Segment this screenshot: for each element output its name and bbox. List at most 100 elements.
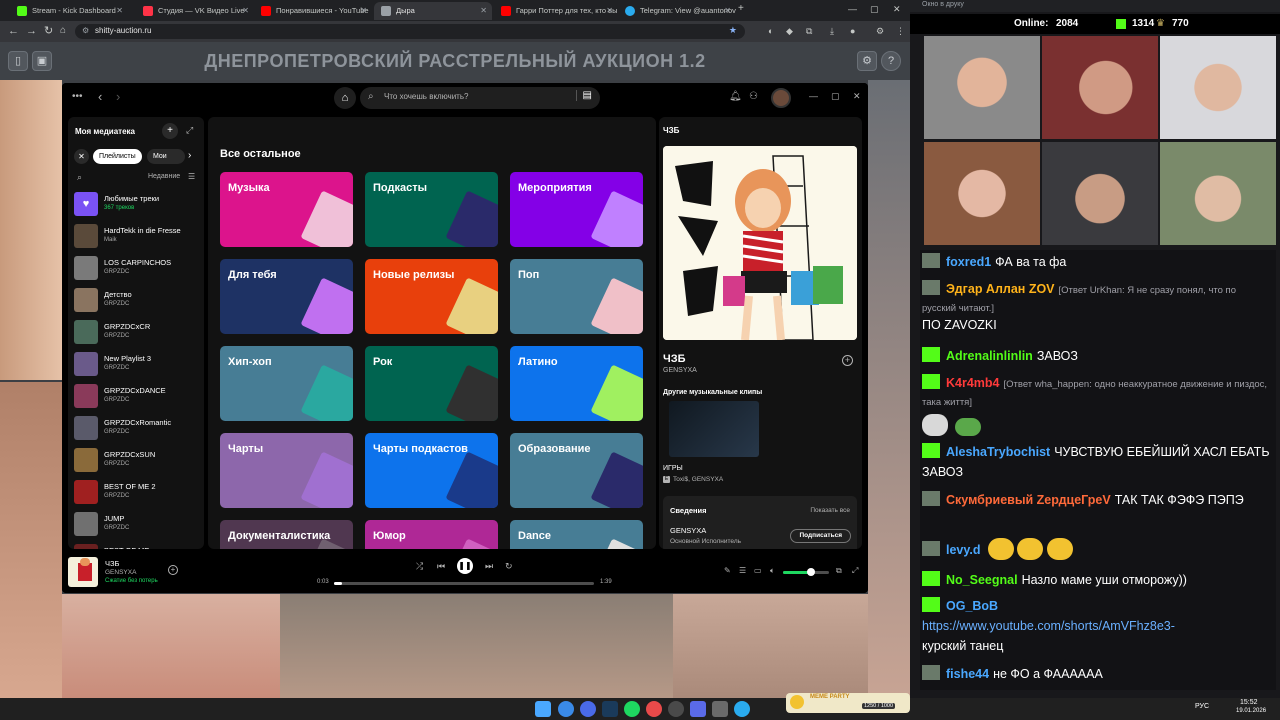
forward-icon[interactable]: › [116,89,120,104]
library-item[interactable]: New Playlist 3 GRPZDC [72,349,202,379]
add-icon[interactable]: + [168,565,178,575]
library-item[interactable]: JUMP GRPZDC [72,509,202,539]
fullscreen-icon[interactable]: ⤢ [852,566,858,576]
volume-slider[interactable] [783,568,829,576]
tab-vk-studio[interactable]: Студия — VK Видео Live ✕ [136,2,254,20]
credit-name[interactable]: GENSYXA [670,526,706,535]
more-icon[interactable]: ••• [72,91,83,102]
profile-icon[interactable]: ● [850,24,855,38]
category-card[interactable]: Хип-хоп [220,346,353,421]
progress-bar[interactable] [334,582,594,585]
chrome-icon[interactable] [558,701,574,717]
add-to-library-icon[interactable]: + [842,355,853,366]
extensions-icon[interactable]: ⧉ [806,24,812,38]
help-button[interactable]: ? [881,51,901,71]
chat-username[interactable]: Скумбриевый ZердцеГреV [946,493,1111,507]
telegram-icon[interactable] [734,701,750,717]
clock-date[interactable]: 19.01.2026 [1236,708,1266,714]
maximize-icon[interactable]: ▢ [831,91,840,102]
windows-start-icon[interactable] [535,701,551,717]
library-item[interactable]: LOS CARPINCHOS GRPZDC [72,253,202,283]
library-item[interactable]: GRPZDCxSUN GRPZDC [72,445,202,475]
library-item[interactable]: GRPZDCxRomantic GRPZDC [72,413,202,443]
category-card[interactable]: Поп [510,259,643,334]
site-info-icon[interactable]: ⚙ [82,26,89,35]
library-item[interactable]: BEST OF ME [72,541,202,549]
category-card[interactable]: Чарты [220,433,353,508]
clock-time[interactable]: 15:52 [1240,699,1258,706]
chat-username[interactable]: K4r4mb4 [946,376,1000,390]
minimize-icon[interactable]: — [809,91,818,101]
next-icon[interactable]: ⏭︎ [485,561,493,572]
extension-icon[interactable]: ◐ [768,24,773,38]
notifications-icon[interactable]: 🔔︎ [729,91,742,102]
category-card[interactable]: Чарты подкастов [365,433,498,508]
close-icon[interactable]: ✕ [480,2,487,20]
language-indicator[interactable]: РУС [1195,703,1209,710]
player-track-artist[interactable]: GENSYXA [105,569,136,576]
avatar[interactable] [771,88,791,108]
library-item[interactable]: HardTekk in die Fresse Maik [72,221,202,251]
friends-icon[interactable]: ⚇ [749,91,758,102]
back-icon[interactable]: ← [8,24,19,38]
library-item[interactable]: Детство GRPZDC [72,285,202,315]
volume-icon[interactable]: 🔈︎ [770,566,775,576]
extension-icon[interactable]: ◆ [786,24,793,38]
clear-filter-icon[interactable]: ✕ [74,149,89,164]
settings-icon[interactable]: ⚙ [876,24,884,38]
browse-icon[interactable]: ▤ [575,90,592,101]
player-cover[interactable] [68,557,98,587]
lyrics-icon[interactable]: ✎ [724,566,731,575]
close-icon[interactable]: ✕ [360,2,367,20]
category-card[interactable]: Документалистика [220,520,353,549]
library-item[interactable]: GRPZDCxCR GRPZDC [72,317,202,347]
sort-label[interactable]: Недавние [148,173,180,180]
category-card[interactable]: Подкасты [365,172,498,247]
obs-icon[interactable] [668,701,684,717]
category-card[interactable]: Рок [365,346,498,421]
search-icon[interactable]: ⌕ [77,172,82,183]
queue-icon[interactable]: ☰ [739,566,746,575]
tab-dyra[interactable]: Дыра ✕ [374,2,492,20]
miniplayer-icon[interactable]: ⧉ [836,566,842,576]
category-card[interactable]: Мероприятия [510,172,643,247]
steam-icon[interactable] [602,701,618,717]
app-icon[interactable] [646,701,662,717]
close-window-icon[interactable]: ✕ [893,2,901,16]
library-item[interactable]: ♥ Любимые треки 367 треков [72,189,202,219]
chat-username[interactable]: fishe44 [946,667,989,681]
home-icon[interactable]: ⌂ [60,24,66,38]
close-icon[interactable]: ✕ [853,91,861,102]
video-clip-thumbnail[interactable] [669,401,759,457]
chat-link[interactable]: https://www.youtube.com/shorts/AmVFhz8e3… [922,619,1175,633]
show-all-link[interactable]: Показать все [810,507,850,514]
shuffle-icon[interactable]: ⤮ [416,561,423,572]
category-card[interactable]: Юмор [365,520,498,549]
category-card[interactable]: Новые релизы [365,259,498,334]
close-icon[interactable]: ✕ [606,2,613,20]
browser-icon[interactable] [580,701,596,717]
filter-chip-my-playlists[interactable]: Мои плей [147,149,185,164]
close-icon[interactable]: ✕ [242,2,249,20]
home-button[interactable]: ⌂ [334,87,356,109]
clip-title[interactable]: ИГРЫ [663,465,683,472]
chat-username[interactable]: Эдгар Аллан ZOV [946,282,1055,296]
filter-chip-playlists[interactable]: Плейлисты [93,149,142,164]
category-card[interactable]: Образование [510,433,643,508]
discord-icon[interactable] [690,701,706,717]
chat-username[interactable]: Adrenalinlinlin [946,349,1033,363]
category-card[interactable]: Латино [510,346,643,421]
chat-username[interactable]: foxred1 [946,255,991,269]
connect-device-icon[interactable]: ▭ [754,566,762,575]
address-bar[interactable]: ⚙ shitty-auction.ru ★ [75,24,745,39]
category-card[interactable]: Для тебя [220,259,353,334]
chat-username[interactable]: AleshaTrybochist [946,445,1050,459]
clip-artist[interactable]: Toxi$, GENSYXA [673,476,723,483]
back-icon[interactable]: ‹ [98,89,102,104]
track-artist[interactable]: GENSYXA [663,367,697,374]
close-icon[interactable]: ✕ [116,2,123,20]
download-icon[interactable]: ⤓ [830,24,834,38]
search-input[interactable]: ⌕ Что хочешь включить? ▤ [360,87,600,109]
settings-button[interactable]: ⚙ [857,51,877,71]
app-icon[interactable] [712,701,728,717]
